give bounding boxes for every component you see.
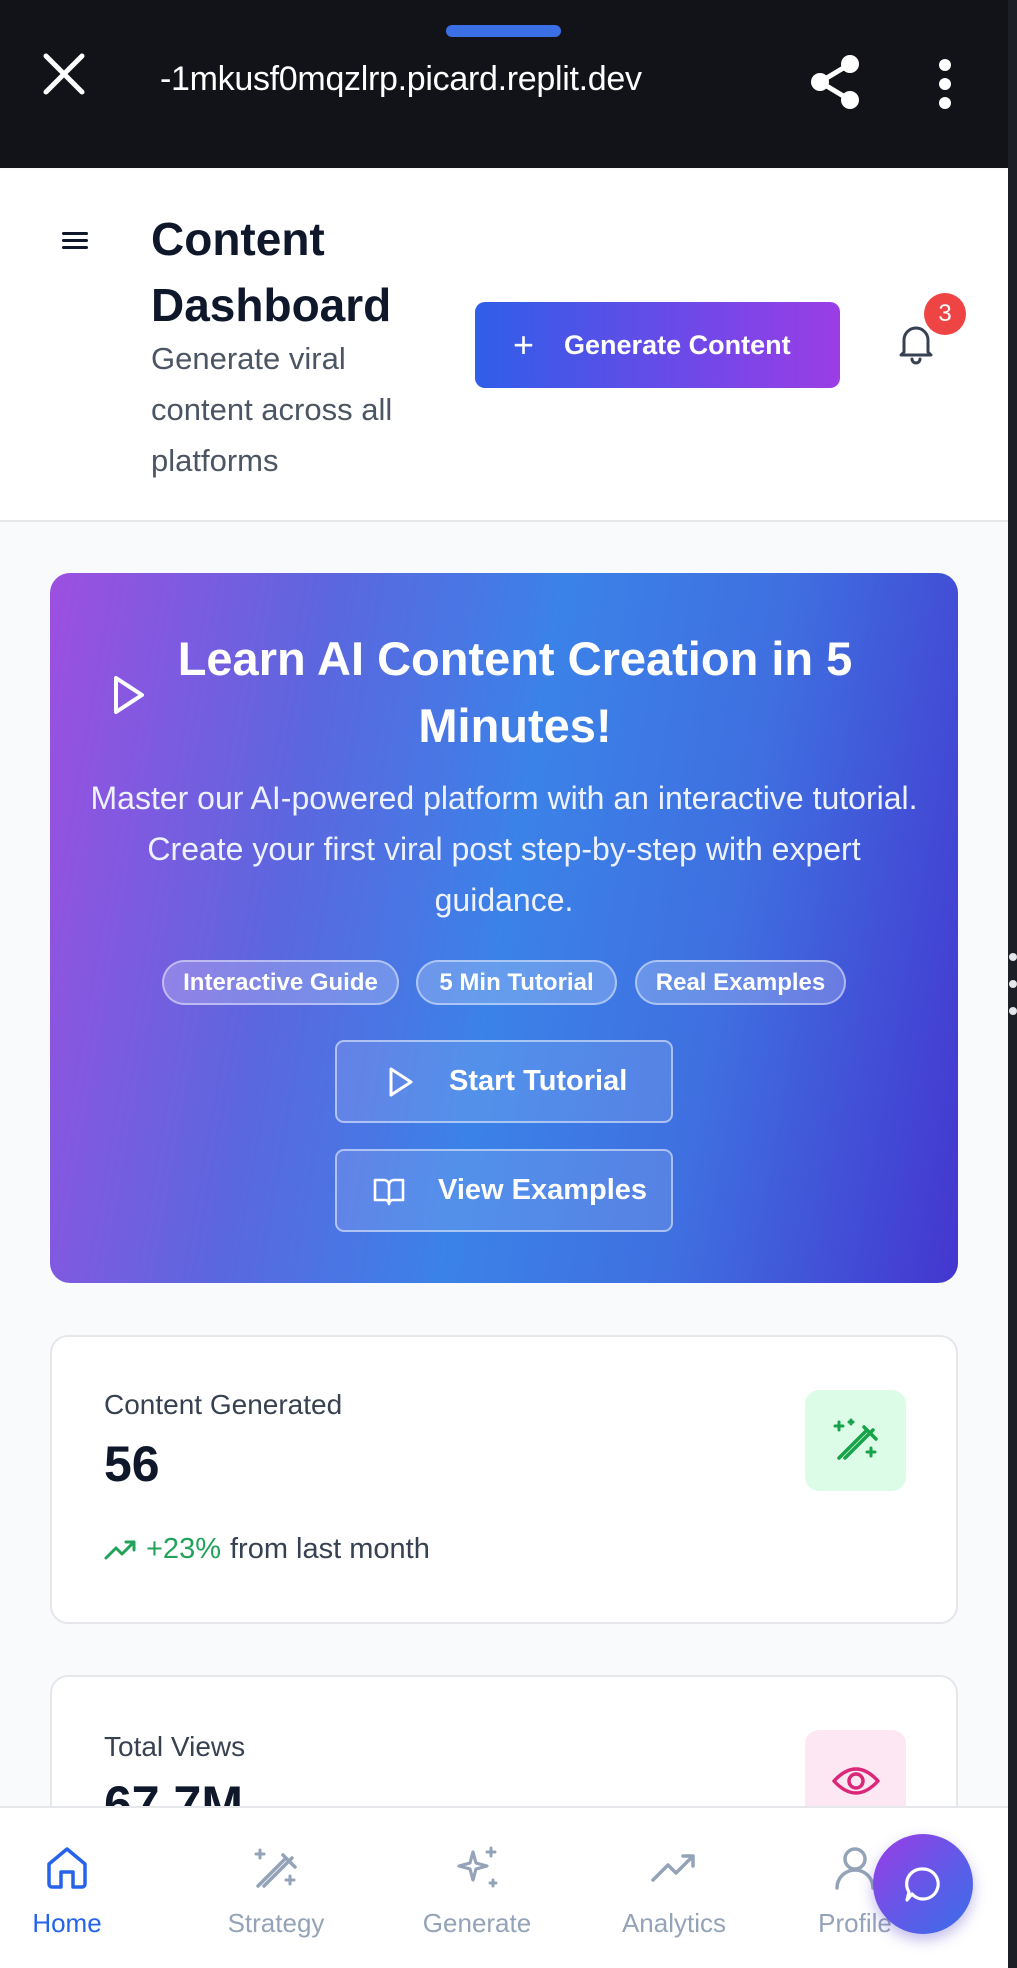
more-options-icon[interactable] — [930, 58, 960, 110]
share-icon[interactable] — [806, 52, 864, 112]
eye-icon — [831, 1766, 880, 1795]
nav-label: Home — [32, 1908, 102, 1938]
tutorial-title: Learn AI Content Creation in 5 Minutes! — [177, 632, 853, 752]
tutorial-description: Master our AI-powered platform with an i… — [90, 780, 918, 918]
nav-label: Analytics — [621, 1908, 727, 1938]
nav-label: Strategy — [227, 1908, 325, 1938]
stat-change-suffix: from last month — [229, 1533, 430, 1565]
bottom-navigation: Home Strategy Generate Analytics Profile — [0, 1806, 1008, 1968]
close-icon[interactable] — [40, 50, 88, 98]
menu-icon[interactable] — [58, 228, 92, 258]
chip-real-examples: Real Examples — [635, 960, 846, 1005]
view-examples-label: View Examples — [438, 1174, 648, 1206]
stat-card-content-generated: Content Generated 56 +23% from last mont… — [50, 1335, 958, 1624]
nav-item-strategy[interactable]: Strategy — [196, 1808, 356, 1968]
trending-up-icon — [104, 1540, 136, 1559]
stat-change: +23% — [146, 1533, 221, 1565]
scroll-edge — [1008, 0, 1017, 1968]
magic-wand-icon — [833, 1418, 878, 1460]
sparkles-icon — [457, 1846, 498, 1888]
chat-button[interactable] — [873, 1834, 973, 1934]
message-circle-icon — [905, 1867, 940, 1902]
chip-5-min-tutorial: 5 Min Tutorial — [416, 960, 617, 1005]
edge-dot — [1009, 953, 1017, 961]
edge-dot — [1009, 1007, 1017, 1015]
start-tutorial-button[interactable]: Start Tutorial — [335, 1040, 673, 1123]
start-tutorial-label: Start Tutorial — [449, 1065, 628, 1097]
view-examples-button[interactable]: View Examples — [335, 1149, 673, 1232]
browser-toolbar: -1mkusf0mqzlrp.picard.replit.dev — [0, 0, 1008, 168]
book-open-icon — [373, 1178, 405, 1205]
dashboard-header: Content Dashboard Generate viral content… — [0, 170, 1008, 522]
stat-label: Total Views — [104, 1731, 246, 1762]
page-title: Content Dashboard — [151, 213, 392, 331]
chip-interactive-guide: Interactive Guide — [162, 960, 399, 1005]
home-icon — [47, 1847, 87, 1889]
stat-value: 56 — [104, 1436, 160, 1492]
page-subtitle: Generate viral content across all platfo… — [151, 341, 393, 478]
tutorial-banner: Learn AI Content Creation in 5 Minutes! … — [50, 573, 958, 1283]
nav-item-home[interactable]: Home — [0, 1808, 147, 1968]
play-icon — [114, 676, 144, 714]
notification-badge: 3 — [924, 293, 966, 335]
url-bar[interactable]: -1mkusf0mqzlrp.picard.replit.dev — [160, 60, 642, 99]
trending-up-icon — [651, 1854, 695, 1882]
generate-content-button[interactable]: + Generate Content — [475, 302, 840, 388]
stat-icon-box — [805, 1390, 906, 1491]
nav-item-generate[interactable]: Generate — [397, 1808, 557, 1968]
stat-trend: +23% from last month — [104, 1533, 430, 1566]
nav-label: Generate — [422, 1908, 532, 1938]
edge-dot — [1009, 980, 1017, 988]
plus-icon: + — [513, 324, 535, 365]
drag-handle[interactable] — [446, 25, 561, 37]
stat-label: Content Generated — [104, 1389, 343, 1420]
play-icon — [389, 1067, 413, 1096]
wand-icon — [254, 1848, 297, 1888]
user-icon — [835, 1847, 875, 1890]
nav-item-analytics[interactable]: Analytics — [594, 1808, 754, 1968]
generate-content-label: Generate Content — [564, 329, 791, 360]
